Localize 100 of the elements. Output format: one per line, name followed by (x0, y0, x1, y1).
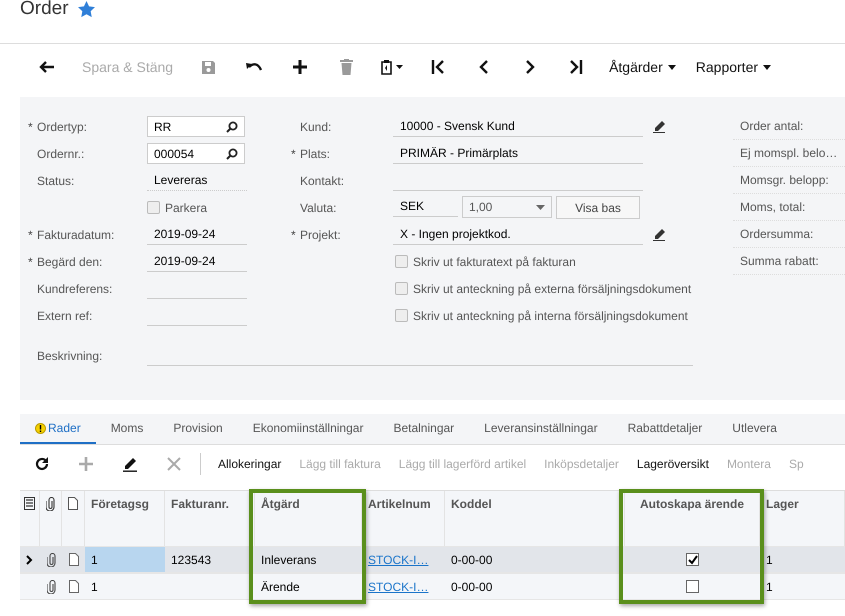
checkbox-label: Parkera (165, 200, 208, 214)
row-selector-cell[interactable] (20, 546, 40, 573)
checkbox[interactable] (395, 255, 408, 268)
column-header[interactable]: Företagsg (91, 497, 150, 511)
field-label: * Ordertyp: (27, 120, 88, 134)
column-header[interactable]: Lager (766, 497, 799, 511)
field-label: Beskrivning: (36, 348, 104, 362)
tab[interactable]: Leveransinställningar (469, 414, 613, 444)
star-icon[interactable] (76, 0, 96, 19)
tab[interactable]: Betalningar (378, 414, 470, 444)
checkbox[interactable] (686, 553, 699, 566)
column-header[interactable]: Autoskapa ärende (640, 497, 744, 511)
tab[interactable]: Utlevera (717, 414, 792, 444)
close-icon (167, 457, 181, 471)
summary-label: Momsgr. belopp: (733, 167, 845, 194)
trash-icon (340, 59, 353, 75)
document-icon[interactable] (68, 553, 78, 566)
item-link[interactable]: STOCK-I… (368, 580, 428, 594)
document-icon[interactable] (68, 580, 78, 593)
row-selector-cell[interactable] (20, 573, 40, 600)
checkbox[interactable] (686, 580, 699, 593)
save-icon (200, 60, 216, 74)
table-cell: 0-00-00 (451, 580, 492, 594)
column-header[interactable]: Koddel (451, 497, 492, 511)
summary-label: Ej momspl. belo… (733, 140, 845, 167)
field-label: * Fakturadatum: (27, 228, 116, 242)
grid-action-button[interactable]: Allokeringar (209, 449, 290, 479)
table-cell: 1 (91, 552, 98, 566)
field-label: Valuta: (299, 200, 338, 214)
field-label: Kundreferens: (36, 282, 114, 296)
caret-icon (536, 204, 545, 210)
table-cell: 0-00-00 (451, 552, 492, 566)
rate-dropdown[interactable]: 1,00 (462, 196, 552, 218)
table-cell: 1 (91, 580, 98, 594)
field-label: Extern ref: (36, 308, 94, 322)
last-page-icon (569, 60, 584, 74)
menu-button[interactable]: Rapporter (686, 52, 782, 82)
column-header[interactable]: Fakturanr. (171, 497, 230, 511)
search-icon[interactable] (226, 148, 238, 160)
show-base-button[interactable]: Visa bas (556, 196, 640, 219)
pencil-icon[interactable] (653, 228, 666, 241)
tab[interactable]: Moms (96, 414, 158, 444)
currency-field[interactable]: SEK (393, 196, 458, 217)
search-icon[interactable] (226, 120, 238, 132)
field-label: * Begärd den: (27, 254, 104, 268)
table-cell: Inleverans (261, 552, 316, 566)
field-label: * Projekt: (290, 228, 342, 242)
field-label: Kund: (299, 120, 332, 134)
page-title: Order (20, 0, 69, 18)
caret-icon (763, 64, 772, 70)
status-field: Levereras (147, 170, 247, 191)
chevron-left-icon (479, 60, 490, 74)
paperclip-icon[interactable] (46, 552, 56, 566)
checkbox-label: Skriv ut anteckning på interna försäljningsdokument (413, 308, 688, 322)
refresh-icon (35, 457, 49, 471)
summary-label: Summa rabatt: (733, 248, 845, 275)
clipboard-icon (380, 59, 404, 75)
undo-icon (246, 61, 263, 73)
lookup-field[interactable]: RR (147, 116, 245, 137)
grid-action-button[interactable]: Lageröversikt (628, 449, 718, 479)
pencil-icon (122, 456, 138, 472)
menu-button[interactable]: Åtgärder (599, 52, 686, 82)
plus-icon (293, 60, 308, 74)
summary-label: Ordersumma: (733, 221, 845, 248)
input-field[interactable]: 2019-09-24 (147, 251, 247, 272)
table-cell: Ärende (261, 580, 300, 594)
list-icon[interactable] (24, 497, 35, 510)
checkbox[interactable] (395, 309, 408, 322)
lookup-field[interactable]: 000054 (147, 143, 245, 164)
checkbox-label: Skriv ut fakturatext på fakturan (413, 254, 576, 268)
tab[interactable]: Rabattdetaljer (612, 414, 718, 444)
input-field[interactable]: 2019-09-24 (147, 224, 247, 245)
chevron-right-icon (26, 554, 33, 564)
tab[interactable]: Ekonomiinställningar (238, 414, 378, 444)
field-label: * Plats: (290, 146, 332, 160)
paperclip-icon[interactable] (46, 580, 56, 594)
tab[interactable]: Provision (158, 414, 238, 444)
table-cell: 1 (766, 552, 773, 566)
plus-icon (79, 457, 93, 471)
input-field[interactable]: X - Ingen projektkod. (393, 224, 643, 245)
back-arrow-icon (39, 61, 55, 73)
input-field[interactable]: 10000 - Svensk Kund (393, 116, 643, 137)
summary-label: Moms, total: (733, 194, 845, 221)
summary-label: Order antal: (733, 113, 845, 140)
checkbox[interactable] (147, 201, 160, 214)
column-header[interactable]: Artikelnum (368, 497, 431, 511)
first-page-icon (431, 60, 446, 74)
field-label: Status: (36, 174, 76, 188)
field-label: Kontakt: (299, 174, 346, 188)
tab[interactable]: Rader (20, 414, 96, 444)
column-header[interactable]: Åtgärd (261, 497, 300, 511)
input-field[interactable]: PRIMÄR - Primärplats (393, 143, 643, 164)
table-cell: 123543 (171, 552, 212, 566)
table-cell: 1 (766, 580, 773, 594)
checkbox[interactable] (395, 282, 408, 295)
field-label: Ordernr.: (36, 146, 86, 160)
chevron-right-icon (525, 60, 536, 74)
pencil-icon[interactable] (653, 120, 666, 133)
checkbox-label: Skriv ut anteckning på externa försäljningsdokument (413, 282, 692, 296)
caret-icon (668, 64, 676, 70)
